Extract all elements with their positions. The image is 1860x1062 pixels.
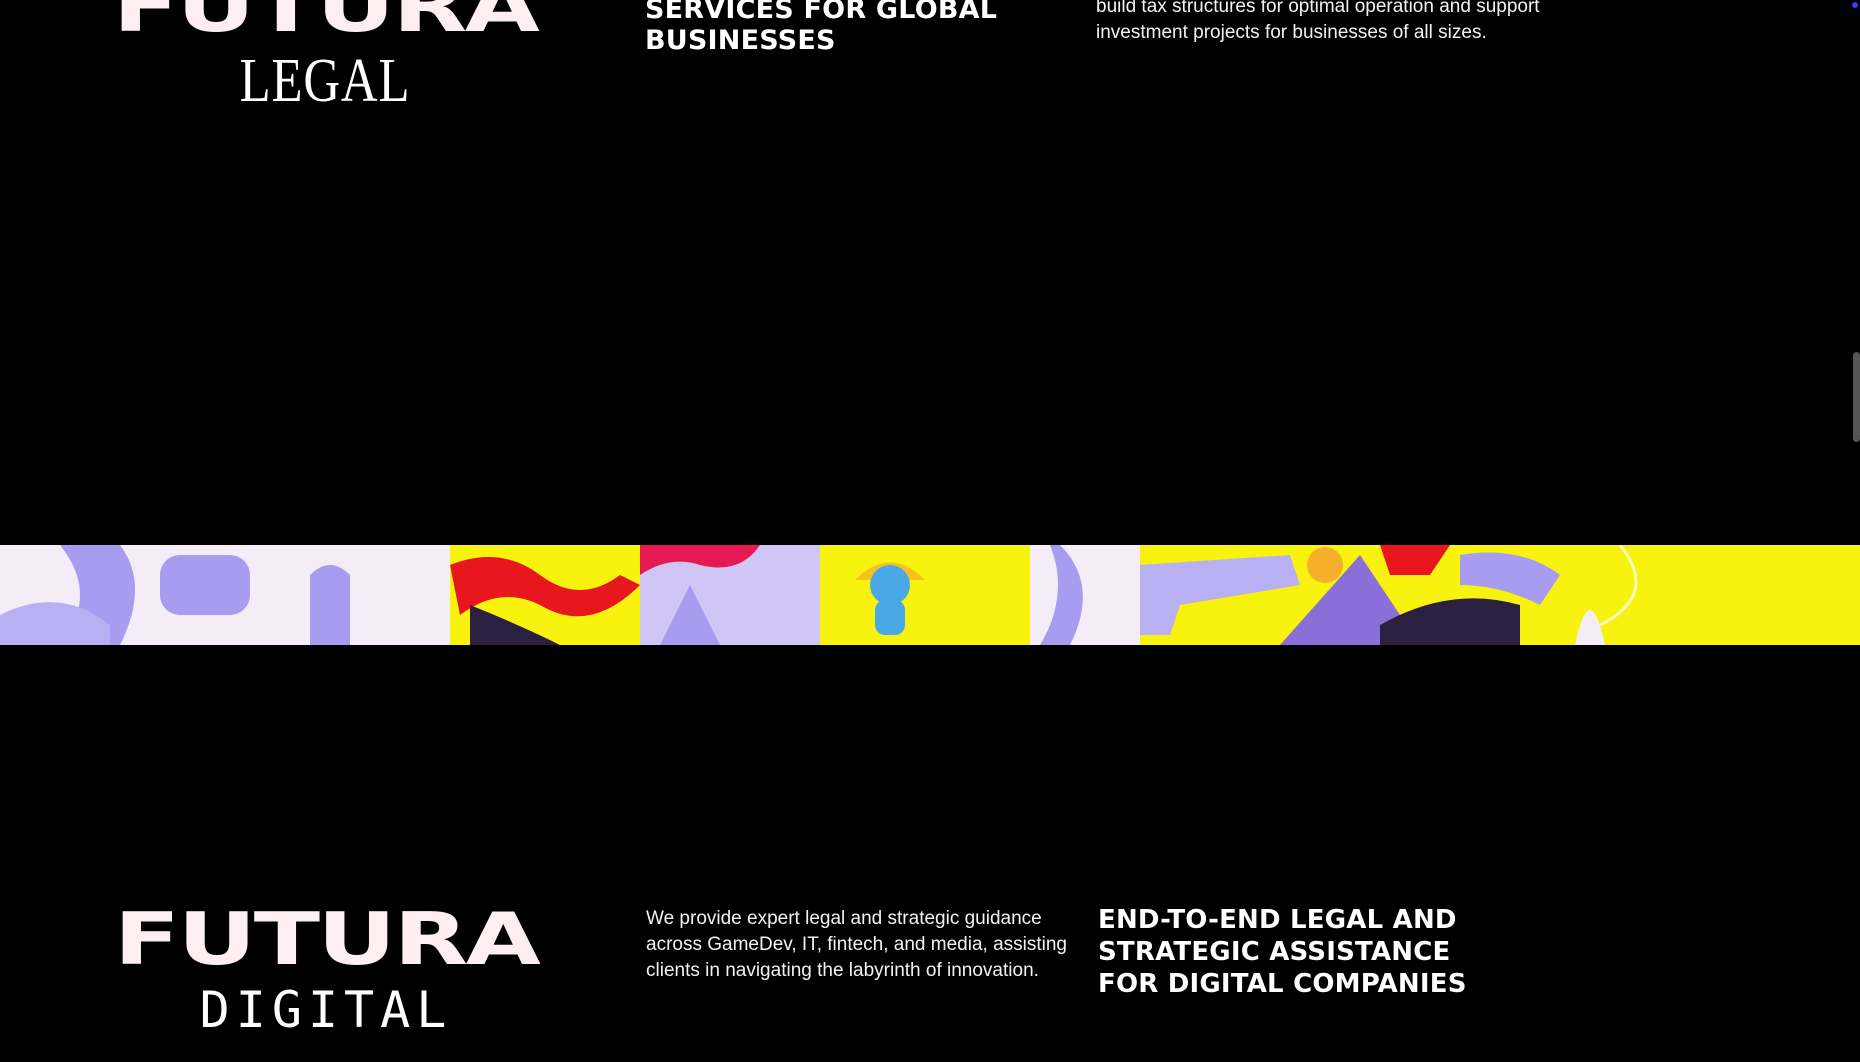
- legal-section-description: build tax structures for optimal operati…: [1096, 0, 1540, 43]
- banner-artwork: [0, 545, 1860, 645]
- logo-subtitle: LEGAL: [239, 47, 411, 115]
- digital-section-heading: END-TO-END LEGAL AND STRATEGIC ASSISTANC…: [1098, 905, 1467, 999]
- futura-digital-logo[interactable]: FUTURA DIGITAL: [114, 903, 541, 1039]
- page: FUTURA LEGAL SERVICES FOR GLOBAL BUSINES…: [0, 0, 1860, 1062]
- legal-section-heading: SERVICES FOR GLOBAL BUSINESSES: [645, 0, 998, 56]
- logo-wordmark: FUTURA: [112, 0, 540, 48]
- digital-section-description: We provide expert legal and strategic gu…: [646, 908, 1067, 981]
- indicator-dot-icon: [1852, 2, 1858, 8]
- illustration-banner: [0, 545, 1860, 645]
- scrollbar-thumb[interactable]: [1853, 352, 1860, 442]
- logo-wordmark: FUTURA: [113, 897, 541, 981]
- logo-subtitle: DIGITAL: [199, 981, 453, 1039]
- futura-legal-logo[interactable]: FUTURA LEGAL: [113, 0, 540, 115]
